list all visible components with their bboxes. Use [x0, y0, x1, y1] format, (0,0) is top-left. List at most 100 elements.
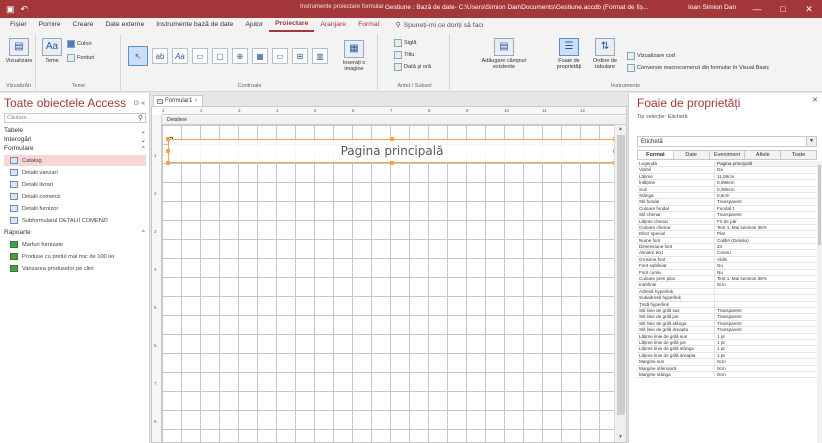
property-value[interactable]: Centru	[715, 250, 817, 255]
chevron-down-icon[interactable]: ▼	[806, 137, 816, 146]
tab-order-button[interactable]: ⇅ Ordine de tabulare	[589, 38, 621, 70]
scroll-up-icon[interactable]: ▲	[618, 126, 623, 132]
property-value[interactable]: 0cm	[715, 366, 817, 371]
design-grid[interactable]	[162, 125, 614, 442]
property-value[interactable]: 1 pt	[715, 353, 817, 358]
nav-pane-collapse-icon[interactable]: ⊙ «	[133, 99, 145, 107]
property-sheet-button[interactable]: ☰ Foaie de proprietăți	[549, 38, 589, 70]
maximize-button[interactable]: □	[770, 0, 796, 18]
colors-button[interactable]: Culori	[67, 40, 92, 48]
select-pointer-icon[interactable]: ↖	[128, 46, 148, 66]
nav-item-report[interactable]: Vanzarea produselor pe clini	[4, 263, 146, 274]
property-tab-event[interactable]: Eveniment	[709, 150, 746, 160]
property-value[interactable]: Nu	[715, 263, 817, 268]
tab-database-tools[interactable]: Instrumente bază de date	[150, 18, 239, 32]
nav-section-forms[interactable]: Formulare ⌃	[4, 145, 146, 153]
convert-macros-button[interactable]: Conversie macrocomenzi din formular în V…	[627, 64, 769, 72]
tab-format[interactable]: Format	[352, 18, 386, 32]
property-tab-format[interactable]: Format	[637, 150, 674, 160]
scroll-down-icon[interactable]: ▼	[618, 434, 623, 440]
property-value[interactable]: Transparent	[715, 212, 817, 217]
property-value[interactable]: Transparent	[715, 321, 817, 326]
tab-external-data[interactable]: Date externe	[99, 18, 150, 32]
property-tab-other[interactable]: Altele	[745, 150, 782, 160]
property-tab-data[interactable]: Date	[673, 150, 710, 160]
nav-item-form[interactable]: Detalii livrari	[4, 179, 146, 190]
resize-handle[interactable]	[166, 137, 170, 141]
property-value[interactable]: Calibri (Detaliu)	[715, 238, 817, 243]
resize-handle[interactable]	[166, 161, 170, 165]
property-value[interactable]: Transparent	[715, 314, 817, 319]
property-value[interactable]: 11,06cm	[715, 174, 817, 179]
close-icon[interactable]: ✕	[812, 96, 818, 104]
property-value[interactable]: 0cm	[715, 359, 817, 364]
label-control-icon[interactable]: Aa	[172, 48, 188, 64]
property-value[interactable]: 0,6cm	[715, 193, 817, 198]
property-value[interactable]: Pagina principală	[715, 161, 817, 167]
save-icon[interactable]: ▣	[6, 4, 15, 15]
nav-pane-title[interactable]: Toate obiectele Access	[4, 96, 126, 110]
property-value[interactable]: Text 1, Mai luminos 35%	[715, 225, 817, 230]
property-value[interactable]: Transparent	[715, 308, 817, 313]
button-control-icon[interactable]: ▭	[192, 48, 208, 64]
property-value[interactable]: Fundal 1	[715, 206, 817, 211]
property-value[interactable]	[715, 302, 817, 307]
nav-search-input[interactable]: Căutare... ⚲	[4, 113, 146, 123]
view-button[interactable]: ▤ Vizualizare	[6, 38, 32, 64]
insert-image-button[interactable]: ▦ Inserați o imagine	[334, 40, 374, 72]
scrollbar-thumb[interactable]	[617, 135, 625, 415]
nav-section-tables[interactable]: Tabele ⌄	[4, 127, 146, 135]
title-button[interactable]: Titlu	[394, 51, 414, 59]
insert-page-break-icon[interactable]: ▥	[312, 48, 328, 64]
document-tab-form1[interactable]: Formular1 ×	[153, 95, 203, 106]
nav-item-form[interactable]: Detalii comenzi	[4, 191, 146, 202]
web-browser-control-icon[interactable]: ▦	[252, 48, 268, 64]
add-existing-fields-button[interactable]: ▤ Adăugare câmpuri existente	[481, 38, 527, 70]
nav-section-queries[interactable]: Interogări ⌄	[4, 136, 146, 144]
property-value[interactable]: 1 pt	[715, 334, 817, 339]
undo-icon[interactable]: ↶	[21, 4, 29, 15]
resize-handle[interactable]	[390, 161, 394, 165]
textbox-icon[interactable]: ab	[152, 48, 168, 64]
property-value[interactable]: 0cm	[715, 282, 817, 287]
designer-vertical-scrollbar[interactable]: ▲ ▼	[614, 125, 626, 442]
tell-me-search[interactable]: ⚲ Spuneți-mi ce doriți să faci	[386, 21, 484, 30]
view-code-button[interactable]: Vizualizare cod	[627, 52, 675, 60]
property-value[interactable]: Plat	[715, 231, 817, 236]
user-name[interactable]: Ioan Simion Dan	[688, 4, 736, 11]
logo-button[interactable]: Siglă	[394, 39, 416, 47]
tab-file[interactable]: Fișier	[4, 18, 33, 32]
property-value[interactable]: 0,998cm	[715, 180, 817, 185]
close-tab-icon[interactable]: ×	[194, 98, 198, 104]
property-value[interactable]: Nu	[715, 270, 817, 275]
option-group-icon[interactable]: ⊞	[292, 48, 308, 64]
fonts-button[interactable]: Fonturi	[67, 54, 94, 62]
property-value[interactable]: 24	[715, 244, 817, 249]
tab-design[interactable]: Proiectare	[269, 18, 315, 32]
property-value[interactable]: Aldin	[715, 257, 817, 262]
nav-item-form[interactable]: Catalog	[4, 155, 146, 166]
tab-home[interactable]: Pornire	[33, 18, 67, 32]
themes-button[interactable]: Aa Teme	[41, 38, 63, 64]
nav-item-form[interactable]: Detalii vanzari	[4, 167, 146, 178]
property-row[interactable]: Margine stânga 0cm	[637, 371, 817, 379]
object-selector[interactable]: Etichetă ▼	[637, 136, 817, 147]
detail-section-header[interactable]: Detaliere	[162, 116, 626, 125]
nav-item-report[interactable]: Marfuri furnizate	[4, 239, 146, 250]
resize-handle[interactable]	[166, 149, 170, 153]
navigation-control-icon[interactable]: ▭	[272, 48, 288, 64]
close-button[interactable]: ✕	[796, 0, 822, 18]
property-value[interactable]	[715, 289, 817, 294]
property-value[interactable]: Text 1, Mai luminos 35%	[715, 276, 817, 281]
tab-help[interactable]: Ajutor	[239, 18, 269, 32]
property-tab-all[interactable]: Toate	[781, 150, 817, 160]
nav-item-form[interactable]: Subformularul DETALII COMENZI	[4, 215, 146, 226]
minimize-button[interactable]: —	[744, 0, 770, 18]
title-label-control[interactable]: Pagina principală	[168, 139, 616, 163]
property-value[interactable]: Transparent	[715, 327, 817, 332]
hyperlink-icon[interactable]: ⊕	[232, 48, 248, 64]
property-value[interactable]: 1 pt	[715, 346, 817, 351]
tab-arrange[interactable]: Aranjare	[314, 18, 352, 32]
property-value[interactable]: Da	[715, 167, 817, 172]
property-value[interactable]: 0cm	[715, 372, 817, 377]
